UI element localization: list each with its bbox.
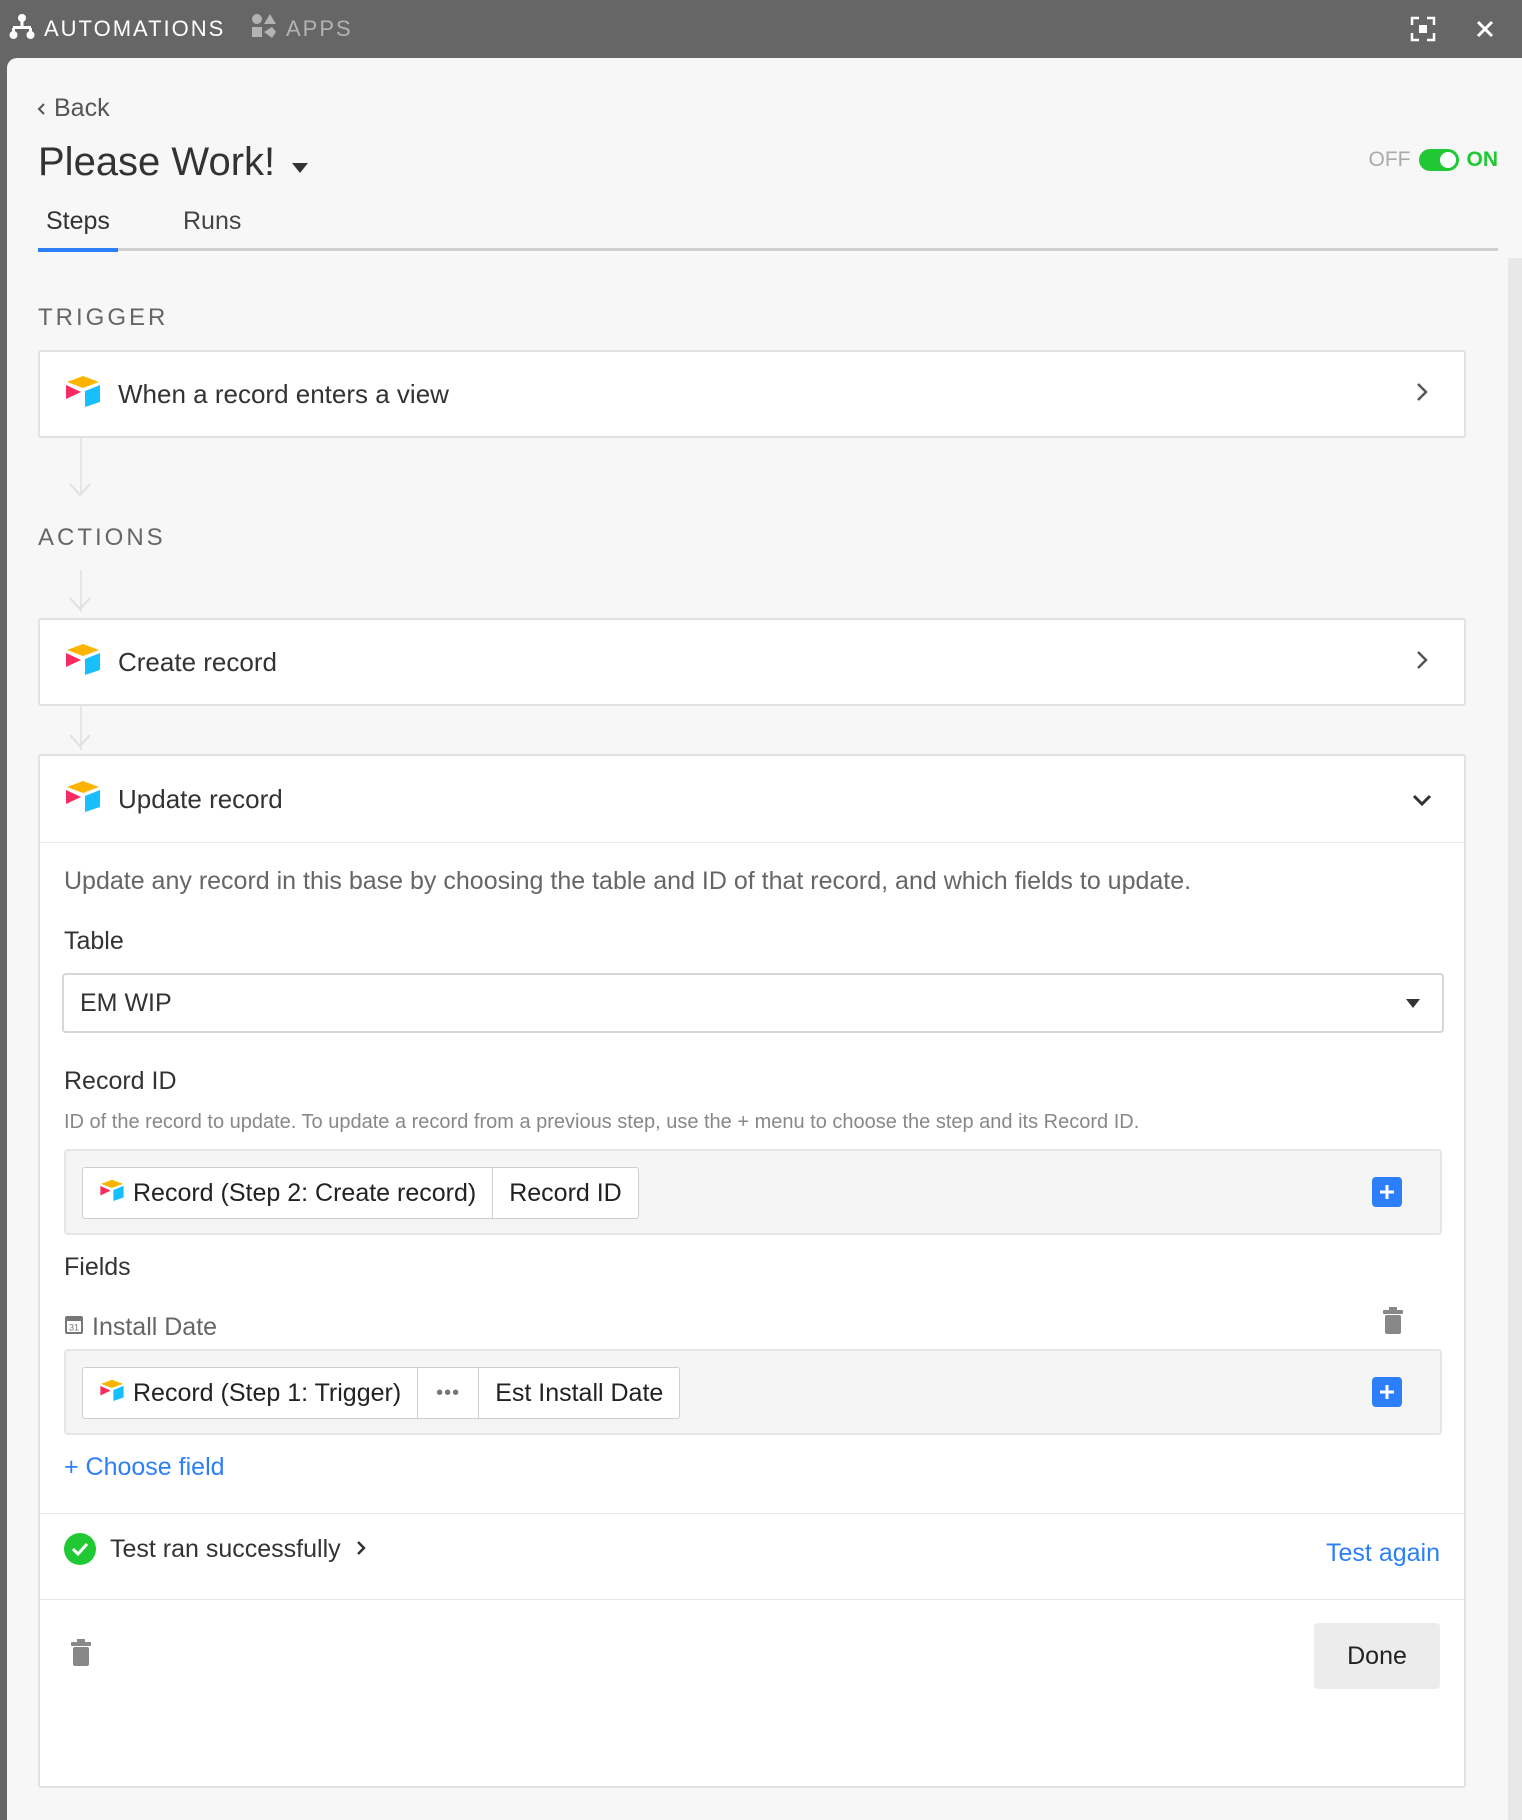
add-token-button[interactable] <box>1372 1377 1402 1407</box>
tab-runs[interactable]: Runs <box>175 204 249 248</box>
back-label: Back <box>54 94 110 122</box>
automation-toggle[interactable]: OFF ON <box>1368 148 1499 172</box>
actions-section-label: ACTIONS <box>38 524 166 551</box>
add-token-button[interactable] <box>1372 1177 1402 1207</box>
update-record-step-card: Update record Update any record in this … <box>38 754 1466 1788</box>
install-date-input[interactable]: Record (Step 1: Trigger) ••• Est Install… <box>64 1349 1442 1435</box>
apps-label: APPS <box>286 16 353 41</box>
tab-bar: Steps Runs <box>38 204 1498 252</box>
caret-down-icon <box>1406 999 1420 1008</box>
table-select[interactable]: EM WIP <box>62 973 1444 1033</box>
record-token-step2[interactable]: Record (Step 2: Create record) <box>83 1168 494 1218</box>
divider <box>40 1513 1464 1514</box>
table-select-value: EM WIP <box>80 988 172 1017</box>
install-date-token-group[interactable]: Record (Step 1: Trigger) ••• Est Install… <box>82 1367 681 1419</box>
divider <box>40 1599 1464 1600</box>
install-date-label: Install Date <box>92 1313 218 1341</box>
toggle-off-label: OFF <box>1368 148 1411 171</box>
automation-title[interactable]: Please Work! <box>38 140 309 185</box>
back-link[interactable]: Back <box>36 94 110 123</box>
record-token-label: Record (Step 1: Trigger) <box>133 1378 402 1407</box>
table-label: Table <box>64 927 124 955</box>
record-id-token[interactable]: Record ID <box>493 1168 638 1218</box>
update-record-header[interactable]: Update record <box>40 756 1464 843</box>
record-id-label: Record ID <box>64 1067 177 1095</box>
fullscreen-icon[interactable] <box>1408 14 1438 44</box>
trash-icon[interactable] <box>70 1639 92 1667</box>
toggle-switch[interactable] <box>1418 149 1459 171</box>
airtable-logo-icon <box>64 375 102 414</box>
arrow-down-icon <box>69 483 91 497</box>
done-button[interactable]: Done <box>1314 1623 1440 1689</box>
est-install-date-token[interactable]: Est Install Date <box>479 1368 679 1418</box>
trash-icon[interactable] <box>1382 1307 1404 1335</box>
record-id-input[interactable]: Record (Step 2: Create record) Record ID <box>64 1149 1442 1235</box>
chevron-left-icon <box>36 94 46 123</box>
choose-field-link[interactable]: + Choose field <box>64 1453 225 1482</box>
record-id-token-group[interactable]: Record (Step 2: Create record) Record ID <box>82 1167 639 1219</box>
chevron-right-icon <box>1410 380 1434 404</box>
chevron-right-icon <box>355 1535 367 1564</box>
calendar-icon: 31 <box>64 1313 84 1342</box>
automation-name: Please Work! <box>38 140 276 184</box>
install-date-field-label: 31 Install Date <box>64 1313 217 1342</box>
test-again-link[interactable]: Test again <box>1326 1539 1440 1568</box>
apps-icon <box>250 12 278 46</box>
record-id-hint: ID of the record to update. To update a … <box>64 1111 1140 1133</box>
record-token-step1[interactable]: Record (Step 1: Trigger) <box>83 1368 419 1418</box>
svg-text:31: 31 <box>69 1323 79 1333</box>
update-record-label: Update record <box>118 783 283 814</box>
arrow-down-icon <box>69 734 91 748</box>
automations-label: AUTOMATIONS <box>44 16 226 41</box>
toggle-on-label: ON <box>1466 148 1499 171</box>
top-bar: AUTOMATIONS APPS <box>0 0 1522 58</box>
test-status-text: Test ran successfully <box>110 1534 341 1563</box>
automations-tab[interactable]: AUTOMATIONS <box>8 14 225 44</box>
step-description: Update any record in this base by choosi… <box>64 867 1192 895</box>
chevron-down-icon[interactable] <box>1410 788 1434 812</box>
fields-label: Fields <box>64 1253 131 1281</box>
create-record-label: Create record <box>118 646 277 677</box>
more-options-token[interactable]: ••• <box>418 1368 480 1418</box>
airtable-logo-icon <box>99 1179 125 1208</box>
apps-tab[interactable]: APPS <box>250 14 353 44</box>
record-token-label: Record (Step 2: Create record) <box>133 1178 477 1207</box>
trigger-step-label: When a record enters a view <box>118 378 449 409</box>
test-result-row[interactable]: Test ran successfully <box>64 1533 367 1565</box>
trigger-section-label: TRIGGER <box>38 304 169 331</box>
automations-icon <box>8 12 36 46</box>
scrollbar[interactable] <box>1508 258 1522 1820</box>
airtable-logo-icon <box>64 643 102 682</box>
tab-steps[interactable]: Steps <box>38 204 118 252</box>
arrow-down-icon <box>69 597 91 611</box>
close-icon[interactable] <box>1470 14 1500 44</box>
chevron-right-icon <box>1410 648 1434 672</box>
create-record-step-card[interactable]: Create record <box>38 618 1466 706</box>
check-circle-icon <box>64 1533 96 1565</box>
airtable-logo-icon <box>64 780 102 819</box>
airtable-logo-icon <box>99 1379 125 1408</box>
caret-down-icon <box>291 140 309 185</box>
trigger-step-card[interactable]: When a record enters a view <box>38 350 1466 438</box>
